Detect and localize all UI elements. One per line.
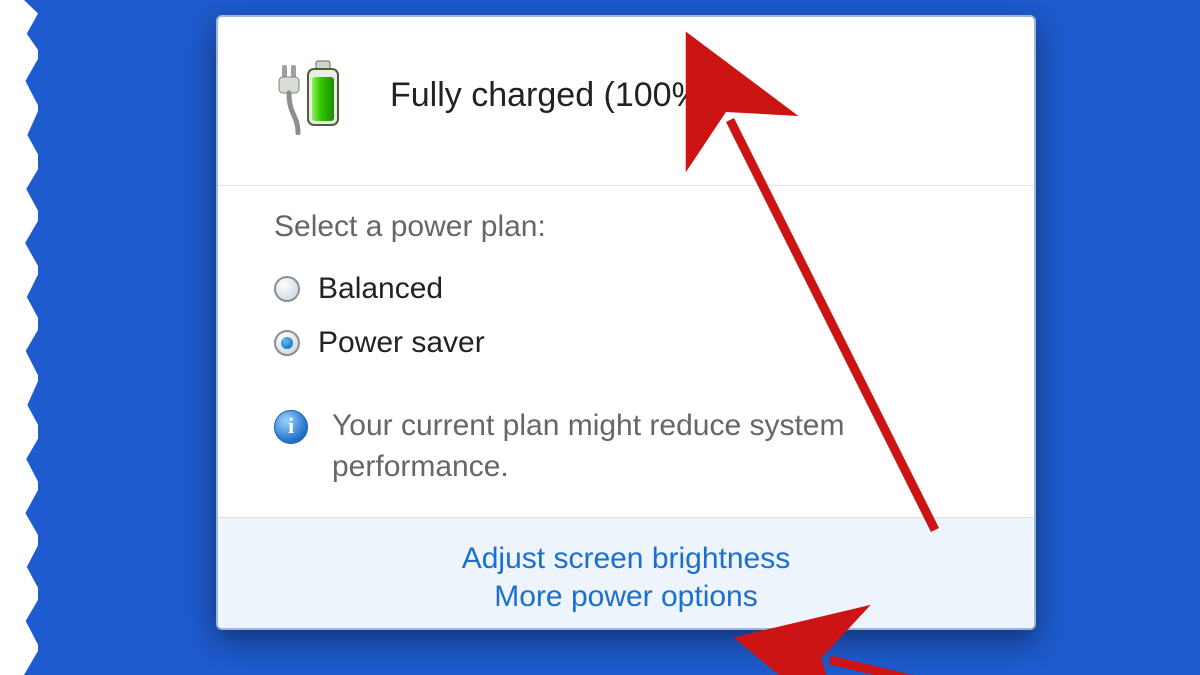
torn-page-edge [0,0,38,675]
flyout-footer: Adjust screen brightness More power opti… [218,517,1034,628]
power-plan-section: Select a power plan: Balanced Power save… [218,186,1034,517]
battery-status-row: Fully charged (100%) [218,17,1034,186]
radio-icon [274,276,300,302]
battery-status-text: Fully charged (100%) [390,76,713,115]
power-plan-option-balanced[interactable]: Balanced [274,262,994,316]
power-plan-option-power-saver[interactable]: Power saver [274,316,994,370]
info-icon [274,410,308,444]
power-plan-label: Balanced [318,272,443,306]
radio-selected-icon [274,330,300,356]
performance-warning-row: Your current plan might reduce system pe… [274,406,994,487]
battery-flyout-panel: Fully charged (100%) Select a power plan… [216,15,1036,630]
adjust-brightness-link[interactable]: Adjust screen brightness [218,540,1034,578]
performance-warning-text: Your current plan might reduce system pe… [332,406,984,487]
power-plan-heading: Select a power plan: [274,210,994,244]
power-plan-label: Power saver [318,326,485,360]
battery-plugged-full-icon [274,55,364,135]
more-power-options-link[interactable]: More power options [218,578,1034,616]
